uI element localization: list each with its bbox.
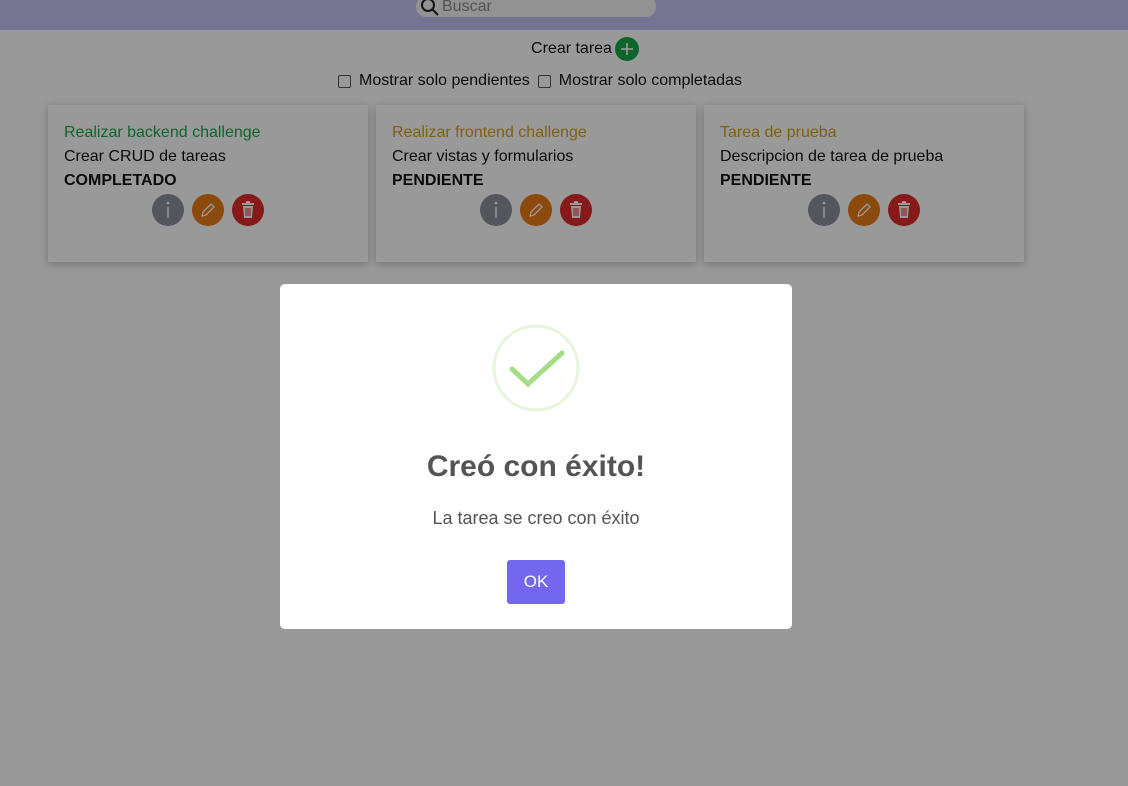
dialog-title: Creó con éxito! bbox=[426, 450, 646, 483]
dialog-message: La tarea se creo con éxito bbox=[432, 508, 640, 528]
check-icon bbox=[492, 324, 580, 412]
success-dialog: Creó con éxito! La tarea se creo con éxi… bbox=[280, 284, 792, 629]
ok-button[interactable]: OK bbox=[507, 560, 565, 604]
